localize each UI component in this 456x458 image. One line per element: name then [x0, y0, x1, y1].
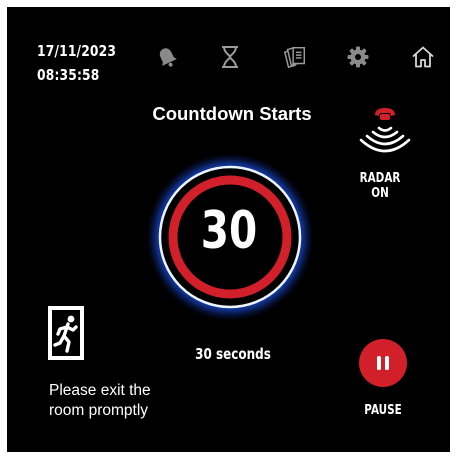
time-label: 08:35:58 — [37, 66, 100, 84]
home-icon[interactable] — [410, 44, 436, 70]
emergency-exit-icon — [47, 305, 87, 361]
bell-icon[interactable] — [154, 44, 180, 70]
date-label: 17/11/2023 — [37, 42, 117, 60]
device-screen: 17/11/2023 08:35:58 Countdown Starts RAD… — [7, 7, 450, 452]
datetime-display: 17/11/2023 08:35:58 — [37, 39, 116, 87]
pause-icon — [377, 356, 389, 370]
pause-button[interactable] — [359, 339, 407, 387]
exit-message-line2: room promptly — [49, 402, 149, 419]
exit-message-line1: Please exit the — [49, 382, 151, 399]
hourglass-icon[interactable] — [217, 44, 243, 70]
countdown-caption: 30 seconds — [195, 345, 271, 363]
countdown-title: Countdown Starts — [152, 103, 312, 124]
countdown-value: 30 — [200, 201, 258, 261]
documents-icon[interactable] — [282, 44, 308, 70]
radar-status-label: RADAR ON — [359, 171, 401, 201]
pause-label: PAUSE — [364, 403, 402, 418]
gear-icon[interactable] — [345, 44, 371, 70]
exit-message: Please exit the room promptly — [49, 381, 199, 421]
